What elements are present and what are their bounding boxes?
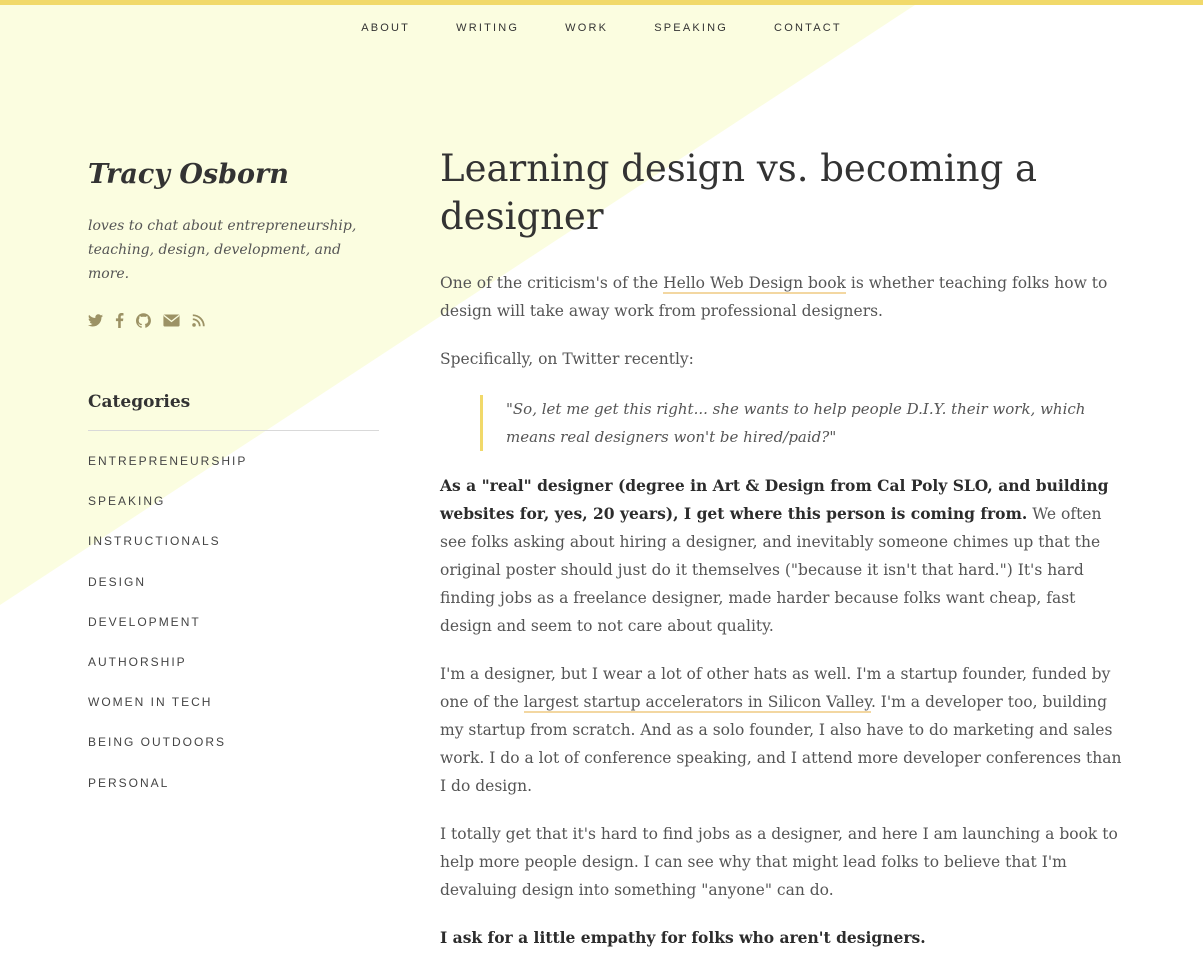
nav-contact[interactable]: CONTACT [774, 22, 842, 34]
category-being-outdoors[interactable]: BEING OUTDOORS [88, 734, 379, 774]
startup-accelerator-link[interactable]: largest startup accelerators in Silicon … [523, 693, 871, 713]
category-women-in-tech[interactable]: WOMEN IN TECH [88, 694, 379, 734]
article-paragraph-3: As a "real" designer (degree in Art & De… [440, 472, 1130, 640]
category-instructionals[interactable]: INSTRUCTIONALS [88, 533, 379, 573]
category-design[interactable]: DESIGN [88, 574, 379, 614]
category-entrepreneurship[interactable]: ENTREPRENEURSHIP [88, 453, 379, 493]
social-links [88, 311, 379, 329]
top-accent-bar [0, 0, 1203, 5]
article-paragraph-5: I totally get that it's hard to find job… [440, 825, 1118, 899]
sidebar: Tracy Osborn loves to chat about entrepr… [88, 156, 379, 815]
site-name[interactable]: Tracy Osborn [88, 156, 379, 194]
article-title: Learning design vs. becoming a designer [440, 147, 1038, 238]
rss-icon[interactable] [192, 313, 205, 327]
categories-heading: Categories [88, 392, 191, 412]
categories-divider [88, 430, 379, 431]
article-paragraph-6: I ask for a little empathy for folks who… [440, 928, 926, 947]
p1-text-before: One of the criticism's of the [440, 274, 664, 292]
category-speaking[interactable]: SPEAKING [88, 493, 379, 533]
category-personal[interactable]: PERSONAL [88, 775, 379, 815]
article: Learning design vs. becoming a designer … [440, 145, 1130, 952]
article-paragraph-2: Specifically, on Twitter recently: [440, 350, 694, 368]
category-development[interactable]: DEVELOPMENT [88, 614, 379, 654]
hello-web-design-link[interactable]: Hello Web Design book [663, 274, 846, 294]
email-icon[interactable] [163, 314, 180, 327]
category-authorship[interactable]: AUTHORSHIP [88, 654, 379, 694]
nav-work[interactable]: WORK [565, 22, 608, 34]
site-tagline: loves to chat about entrepreneurship, te… [88, 218, 357, 282]
nav-about[interactable]: ABOUT [361, 22, 410, 34]
p3-text-rest: We often see folks asking about hiring a… [440, 505, 1102, 635]
twitter-blockquote: "So, let me get this right... she wants … [480, 395, 1090, 451]
article-paragraph-1: One of the criticism's of the Hello Web … [440, 269, 1130, 325]
facebook-icon[interactable] [115, 312, 124, 328]
twitter-icon[interactable] [88, 313, 103, 327]
category-list: ENTREPRENEURSHIP SPEAKING INSTRUCTIONALS… [88, 453, 379, 815]
article-paragraph-4: I'm a designer, but I wear a lot of othe… [440, 660, 1130, 800]
nav-speaking[interactable]: SPEAKING [654, 22, 728, 34]
top-navigation: ABOUT WRITING WORK SPEAKING CONTACT [0, 22, 1203, 34]
nav-writing[interactable]: WRITING [456, 22, 519, 34]
github-icon[interactable] [136, 312, 151, 328]
p3-bold-text: As a "real" designer (degree in Art & De… [440, 476, 1109, 523]
